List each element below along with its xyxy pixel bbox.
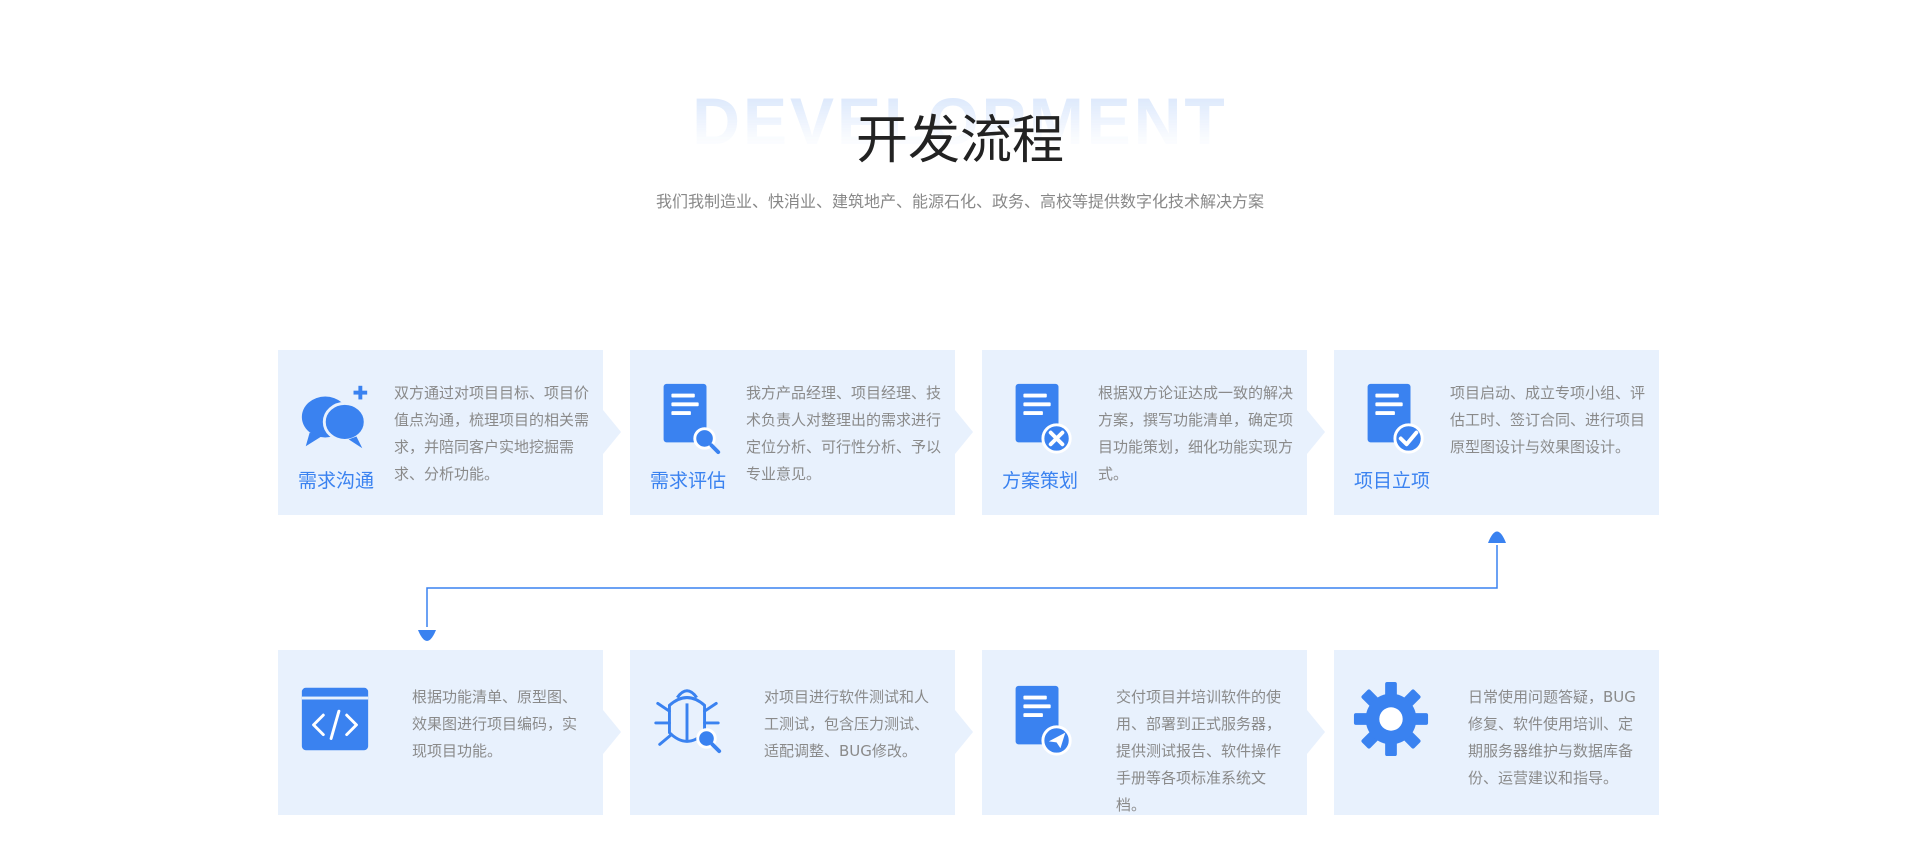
bug-search-icon (648, 680, 726, 758)
step-description: 对项目进行软件测试和人工测试，包含压力测试、适配调整、BUG修改。 (764, 688, 930, 760)
process-step-card: 交付项目并培训软件的使用、部署到正式服务器，提供测试报告、软件操作手册等各项标准… (982, 650, 1307, 815)
step-arrow (1307, 710, 1325, 754)
step-description: 根据功能清单、原型图、效果图进行项目编码，实现项目功能。 (412, 688, 578, 760)
step-arrow (603, 710, 621, 754)
gear-icon (1352, 680, 1430, 758)
process-step-card: 根据功能清单、原型图、效果图进行项目编码，实现项目功能。 (278, 650, 603, 815)
step-description: 日常使用问题答疑，BUG修复、软件使用培训、定期服务器维护与数据库备份、运营建议… (1468, 688, 1636, 787)
process-step-card: 对项目进行软件测试和人工测试，包含压力测试、适配调整、BUG修改。 (630, 650, 955, 815)
code-window-icon (296, 680, 374, 758)
process-step-card: 日常使用问题答疑，BUG修复、软件使用培训、定期服务器维护与数据库备份、运营建议… (1334, 650, 1659, 815)
document-send-icon (1000, 680, 1078, 758)
step-arrow (955, 710, 973, 754)
step-description: 交付项目并培训软件的使用、部署到正式服务器，提供测试报告、软件操作手册等各项标准… (1116, 688, 1282, 814)
